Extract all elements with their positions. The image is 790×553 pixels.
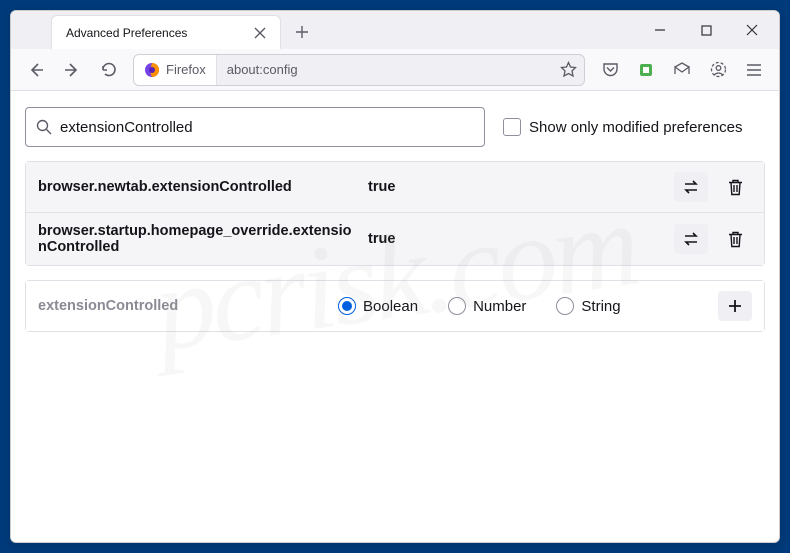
nav-toolbar: Firefox about:config — [11, 49, 779, 91]
bookmark-button[interactable] — [552, 54, 584, 86]
firefox-window: Advanced Preferences — [10, 10, 780, 543]
puzzle-icon — [638, 62, 654, 78]
url-text: about:config — [217, 62, 552, 77]
address-bar[interactable]: Firefox about:config — [133, 54, 585, 86]
profile-icon — [710, 61, 727, 78]
tab-active[interactable]: Advanced Preferences — [51, 15, 281, 49]
delete-button[interactable] — [718, 224, 752, 254]
radio-label: Boolean — [363, 298, 418, 315]
search-icon — [36, 119, 52, 135]
search-row: Show only modified preferences — [25, 107, 765, 147]
about-config-content: Show only modified preferences browser.n… — [11, 91, 779, 542]
close-tab-button[interactable] — [250, 23, 270, 43]
trash-icon — [728, 179, 743, 196]
add-button[interactable] — [718, 291, 752, 321]
add-pref-section: extensionControlled Boolean Number Strin… — [25, 280, 765, 332]
plus-icon — [728, 299, 742, 313]
delete-button[interactable] — [718, 172, 752, 202]
radio-icon — [448, 297, 466, 315]
forward-button[interactable] — [55, 54, 89, 86]
arrow-left-icon — [27, 61, 45, 79]
pocket-icon — [602, 61, 619, 78]
type-radio-boolean[interactable]: Boolean — [338, 297, 418, 315]
new-tab-button[interactable] — [287, 17, 317, 47]
tab-bar: Advanced Preferences — [11, 11, 779, 49]
toggle-button[interactable] — [674, 224, 708, 254]
pref-search-box[interactable] — [25, 107, 485, 147]
close-icon — [254, 27, 266, 39]
radio-icon — [556, 297, 574, 315]
new-pref-name: extensionControlled — [38, 298, 328, 314]
trash-icon — [728, 231, 743, 248]
identity-label: Firefox — [166, 62, 206, 77]
tab-title: Advanced Preferences — [66, 26, 242, 40]
arrow-right-icon — [63, 61, 81, 79]
type-radio-group: Boolean Number String — [338, 297, 708, 315]
type-radio-number[interactable]: Number — [448, 297, 526, 315]
toggle-icon — [682, 180, 700, 194]
maximize-button[interactable] — [683, 15, 729, 45]
pref-name: browser.startup.homepage_override.extens… — [38, 223, 358, 255]
close-icon — [746, 24, 758, 36]
reload-button[interactable] — [91, 54, 125, 86]
close-window-button[interactable] — [729, 15, 775, 45]
pocket-button[interactable] — [593, 54, 627, 86]
radio-icon — [338, 297, 356, 315]
modified-only-toggle[interactable]: Show only modified preferences — [503, 118, 742, 136]
reload-icon — [100, 61, 117, 78]
checkbox-icon — [503, 118, 521, 136]
maximize-icon — [701, 25, 712, 36]
profile-button[interactable] — [701, 54, 735, 86]
toggle-icon — [682, 232, 700, 246]
add-pref-row: extensionControlled Boolean Number Strin… — [26, 281, 764, 331]
window-controls — [637, 11, 775, 49]
plus-icon — [295, 25, 309, 39]
mail-button[interactable] — [665, 54, 699, 86]
pref-value: true — [368, 231, 664, 247]
toggle-button[interactable] — [674, 172, 708, 202]
star-icon — [560, 61, 577, 78]
extension-button[interactable] — [629, 54, 663, 86]
pref-results: browser.newtab.extensionControlled true … — [25, 161, 765, 266]
checkbox-label-text: Show only modified preferences — [529, 119, 742, 136]
identity-chip[interactable]: Firefox — [134, 55, 217, 85]
hamburger-icon — [746, 63, 762, 77]
menu-button[interactable] — [737, 54, 771, 86]
radio-label: String — [581, 298, 620, 315]
pref-row: browser.startup.homepage_override.extens… — [26, 213, 764, 265]
pref-value: true — [368, 179, 664, 195]
minimize-icon — [654, 24, 666, 36]
mail-icon — [673, 62, 691, 78]
pref-name: browser.newtab.extensionControlled — [38, 179, 358, 195]
back-button[interactable] — [19, 54, 53, 86]
pref-search-input[interactable] — [60, 119, 474, 136]
type-radio-string[interactable]: String — [556, 297, 620, 315]
pref-row: browser.newtab.extensionControlled true — [26, 162, 764, 213]
radio-label: Number — [473, 298, 526, 315]
minimize-button[interactable] — [637, 15, 683, 45]
firefox-icon — [144, 62, 160, 78]
